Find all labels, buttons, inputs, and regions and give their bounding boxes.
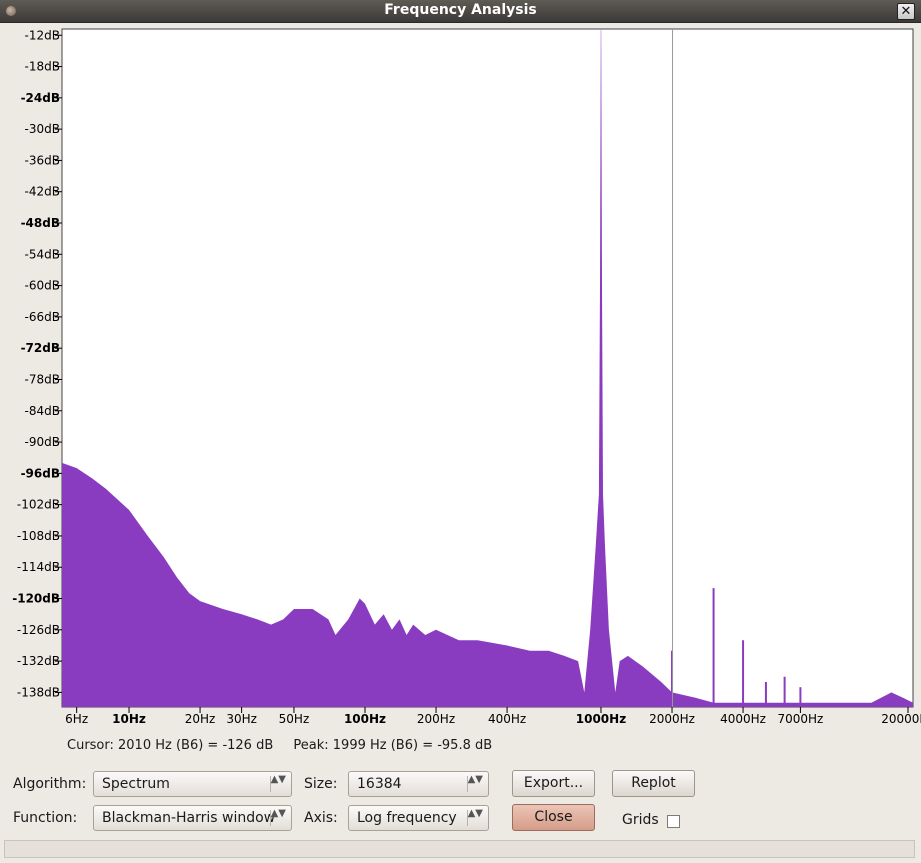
y-tick-label: -54dB [25, 247, 60, 261]
size-value: 16384 [357, 776, 402, 792]
grids-label: Grids [622, 812, 659, 828]
y-tick-label: -48dB [21, 216, 60, 230]
x-tick-label: 50Hz [279, 712, 310, 726]
function-value: Blackman-Harris window [102, 810, 276, 826]
y-tick-label: -126dB [17, 623, 60, 637]
window-title: Frequency Analysis [384, 2, 537, 18]
y-tick-label: -18dB [25, 60, 60, 74]
y-tick-label: -72dB [21, 341, 60, 355]
y-axis: -12dB -18dB -24dB -30dB -36dB -42dB -48dB -54dB… [12, 28, 62, 699]
cursor-readout: Cursor: 2010 Hz (B6) = -126 dB [67, 738, 274, 753]
y-tick-label: -96dB [21, 466, 60, 480]
y-tick-label: -102dB [17, 498, 60, 512]
y-tick-label: -138dB [17, 685, 60, 699]
algorithm-label: Algorithm: [13, 776, 87, 792]
x-tick-label: 20Hz [185, 712, 216, 726]
algorithm-select[interactable]: Spectrum ▲▼ [93, 771, 292, 797]
replot-button[interactable]: Replot [612, 770, 695, 797]
updown-arrows-icon: ▲▼ [270, 774, 286, 785]
x-tick-label: 7000Hz [777, 712, 823, 726]
spectrum-graph[interactable]: -12dB -18dB -24dB -30dB -36dB -42dB -48dB -54dB… [0, 22, 921, 734]
axis-value: Log frequency [357, 810, 457, 826]
x-tick-label: 20000Hz [881, 712, 921, 726]
x-tick-label: 10Hz [112, 712, 146, 726]
x-tick-label: 100Hz [344, 712, 386, 726]
y-tick-label: -90dB [25, 435, 60, 449]
window-close-button[interactable]: ✕ [897, 3, 915, 20]
y-tick-label: -36dB [25, 153, 60, 167]
function-select[interactable]: Blackman-Harris window ▲▼ [93, 805, 292, 831]
y-tick-label: -66dB [25, 310, 60, 324]
y-tick-label: -114dB [17, 560, 60, 574]
window-titlebar: Frequency Analysis ✕ [0, 0, 921, 23]
y-tick-label: -60dB [25, 279, 60, 293]
window-statusbar [4, 840, 915, 858]
export-button[interactable]: Export... [512, 770, 595, 797]
axis-label: Axis: [304, 810, 338, 826]
updown-arrows-icon: ▲▼ [467, 808, 483, 819]
x-axis: 6Hz 10Hz 20Hz 30Hz 50Hz 100Hz 200Hz 400Hz 1000Hz… [65, 707, 921, 726]
size-label: Size: [304, 776, 338, 792]
y-tick-label: -42dB [25, 185, 60, 199]
grids-checkbox[interactable] [667, 815, 680, 828]
x-tick-label: 4000Hz [720, 712, 766, 726]
y-tick-label: -120dB [12, 592, 60, 606]
function-label: Function: [13, 810, 78, 826]
x-tick-label: 400Hz [488, 712, 526, 726]
y-tick-label: -24dB [21, 91, 60, 105]
x-tick-label: 1000Hz [576, 712, 626, 726]
axis-select[interactable]: Log frequency ▲▼ [348, 805, 489, 831]
status-line: Cursor: 2010 Hz (B6) = -126 dB Peak: 199… [67, 738, 492, 753]
x-tick-label: 6Hz [65, 712, 88, 726]
x-tick-label: 2000Hz [649, 712, 695, 726]
y-tick-label: -78dB [25, 372, 60, 386]
peak-readout: Peak: 1999 Hz (B6) = -95.8 dB [293, 738, 493, 753]
close-button[interactable]: Close [512, 804, 595, 831]
y-tick-label: -12dB [25, 28, 60, 42]
y-tick-label: -84dB [25, 404, 60, 418]
y-tick-label: -108dB [17, 529, 60, 543]
y-tick-label: -132dB [17, 654, 60, 668]
size-select[interactable]: 16384 ▲▼ [348, 771, 489, 797]
updown-arrows-icon: ▲▼ [270, 808, 286, 819]
x-tick-label: 30Hz [226, 712, 257, 726]
y-tick-label: -30dB [25, 122, 60, 136]
updown-arrows-icon: ▲▼ [467, 774, 483, 785]
algorithm-value: Spectrum [102, 776, 170, 792]
x-tick-label: 200Hz [417, 712, 455, 726]
